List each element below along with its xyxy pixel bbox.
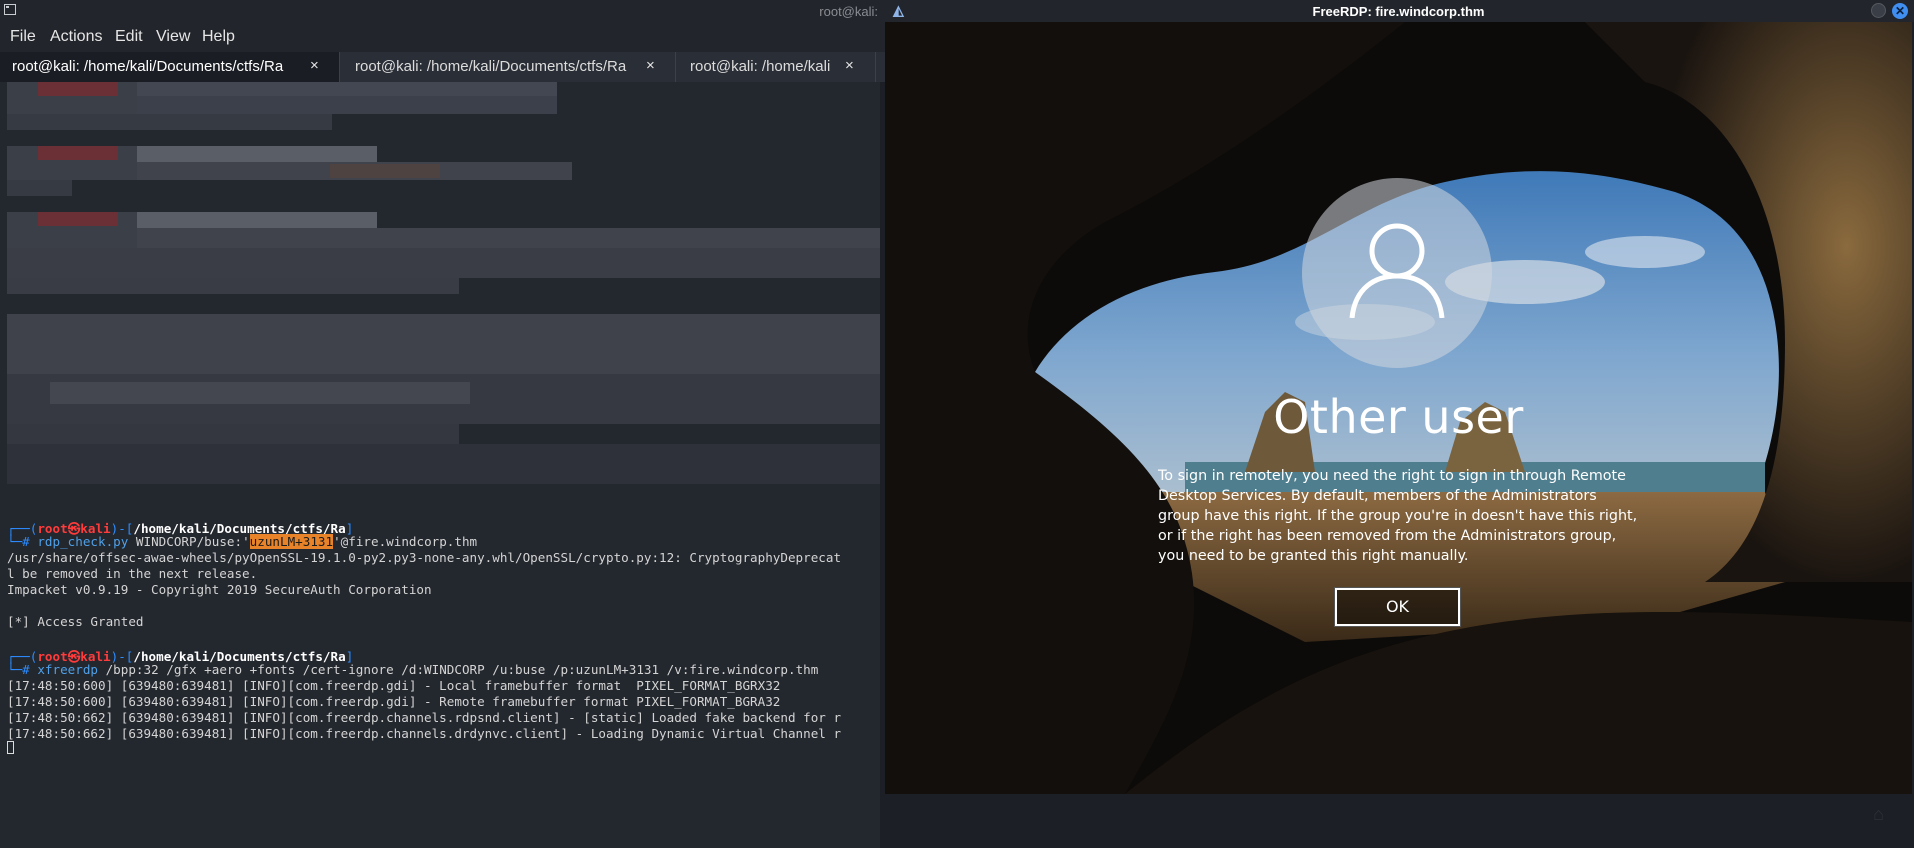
output-line: Impacket v0.9.19 - Copyright 2019 Secure… <box>7 582 432 597</box>
terminal-window-title: root@kali: <box>819 4 878 19</box>
rdp-remote-screen[interactable]: Other user To sign in remotely, you need… <box>885 22 1912 794</box>
user-avatar <box>1302 178 1492 368</box>
output-line: /usr/share/offsec-awae-wheels/pyOpenSSL-… <box>7 550 842 565</box>
command-line-2: └─# xfreerdp /bpp:32 /gfx +aero +fonts /… <box>7 662 819 677</box>
output-line: l be removed in the next release. <box>7 566 258 581</box>
menu-edit[interactable]: Edit <box>115 28 143 46</box>
command-line-1: └─# rdp_check.py WINDCORP/buse:'uzunLM+3… <box>7 534 478 549</box>
terminal-cursor <box>7 741 14 754</box>
menu-help[interactable]: Help <box>202 28 235 46</box>
user-icon <box>1349 223 1445 318</box>
login-error-message: To sign in remotely, you need the right … <box>1158 468 1638 564</box>
rdp-window-footer: ⌂ <box>883 794 1914 848</box>
log-line: [17:48:50:600] [639480:639481] [INFO][co… <box>7 678 781 693</box>
password-highlight: uzunLM+3131 <box>249 534 334 549</box>
terminal-tab-bar: root@kali: /home/kali/Documents/ctfs/Ra … <box>0 52 890 82</box>
log-line: [17:48:50:662] [639480:639481] [INFO][co… <box>7 710 842 725</box>
tab-close-icon[interactable]: × <box>310 57 319 74</box>
tab-label: root@kali: /home/kali <box>690 58 831 75</box>
terminal-titlebar: root@kali: <box>0 0 890 22</box>
log-line: [17:48:50:600] [639480:639481] [INFO][co… <box>7 694 781 709</box>
menu-view[interactable]: View <box>156 28 190 46</box>
rdp-titlebar: ◭ FreeRDP: fire.windcorp.thm ✕ <box>883 0 1914 22</box>
access-granted-line: [*] Access Granted <box>7 614 144 629</box>
rdp-window-title: FreeRDP: fire.windcorp.thm <box>1312 4 1485 19</box>
command-program: xfreerdp <box>37 662 99 677</box>
tab-close-icon[interactable]: × <box>845 57 854 74</box>
command-program: rdp_check.py <box>37 534 129 549</box>
menu-file[interactable]: File <box>10 28 36 46</box>
tab-terminal-2[interactable]: root@kali: /home/kali/Documents/ctfs/Ra … <box>340 52 676 82</box>
home-icon: ⌂ <box>1873 804 1884 824</box>
log-line: [17:48:50:662] [639480:639481] [INFO][co… <box>7 726 842 741</box>
terminal-menubar: File Actions Edit View Help <box>0 22 890 52</box>
ok-button[interactable]: OK <box>1334 587 1461 627</box>
menu-actions[interactable]: Actions <box>50 28 102 46</box>
minimize-icon[interactable] <box>1871 3 1886 18</box>
tab-terminal-1[interactable]: root@kali: /home/kali/Documents/ctfs/Ra … <box>0 52 340 82</box>
login-username: Other user <box>1273 390 1524 444</box>
terminal-app-icon[interactable] <box>4 4 16 15</box>
tab-terminal-3[interactable]: root@kali: /home/kali × <box>676 52 876 82</box>
tab-close-icon[interactable]: × <box>646 57 655 74</box>
tab-label: root@kali: /home/kali/Documents/ctfs/Ra <box>12 58 284 75</box>
tab-label: root@kali: /home/kali/Documents/ctfs/Ra <box>355 58 627 75</box>
terminal-output[interactable]: ┌──(root㉿kali)-[/home/kali/Documents/ctf… <box>0 82 880 848</box>
close-icon[interactable]: ✕ <box>1892 3 1908 19</box>
